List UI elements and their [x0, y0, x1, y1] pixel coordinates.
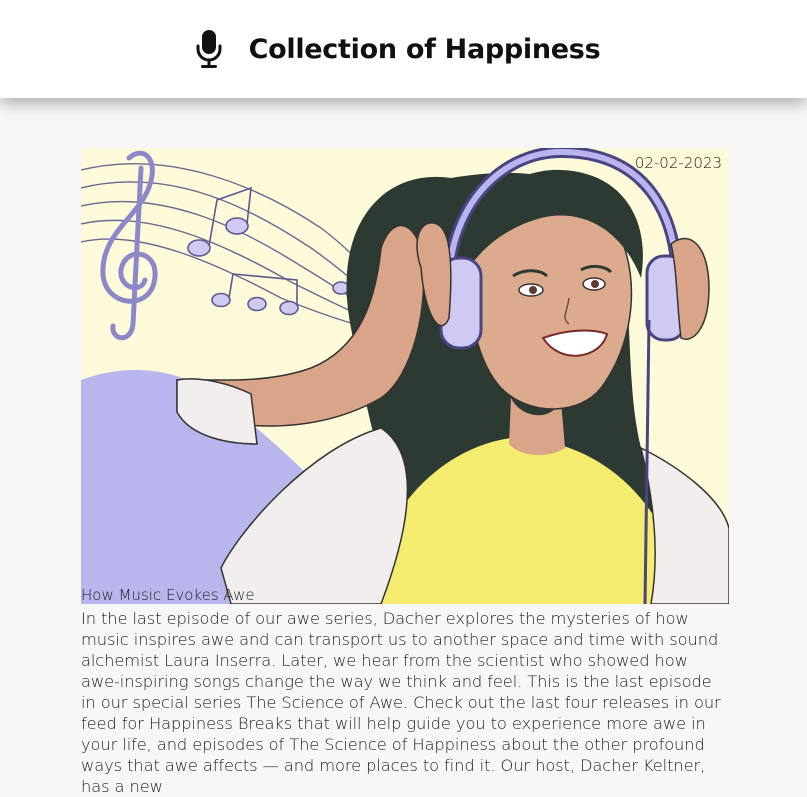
app-title: Collection of Happiness: [248, 33, 601, 65]
episode-card[interactable]: 02-02-2023 How Music Evokes Awe In the l…: [81, 148, 729, 797]
header-brand[interactable]: Collection of Happiness: [195, 29, 601, 69]
microphone-icon: [196, 30, 222, 68]
episode-date: 02-02-2023: [634, 154, 722, 172]
episode-artwork-illustration: [81, 148, 729, 604]
episode-description: In the last episode of our awe series, D…: [81, 609, 721, 796]
episode-artwork[interactable]: 02-02-2023 How Music Evokes Awe: [81, 148, 729, 604]
app-header: Collection of Happiness: [0, 0, 807, 98]
episode-title[interactable]: How Music Evokes Awe: [81, 586, 255, 604]
